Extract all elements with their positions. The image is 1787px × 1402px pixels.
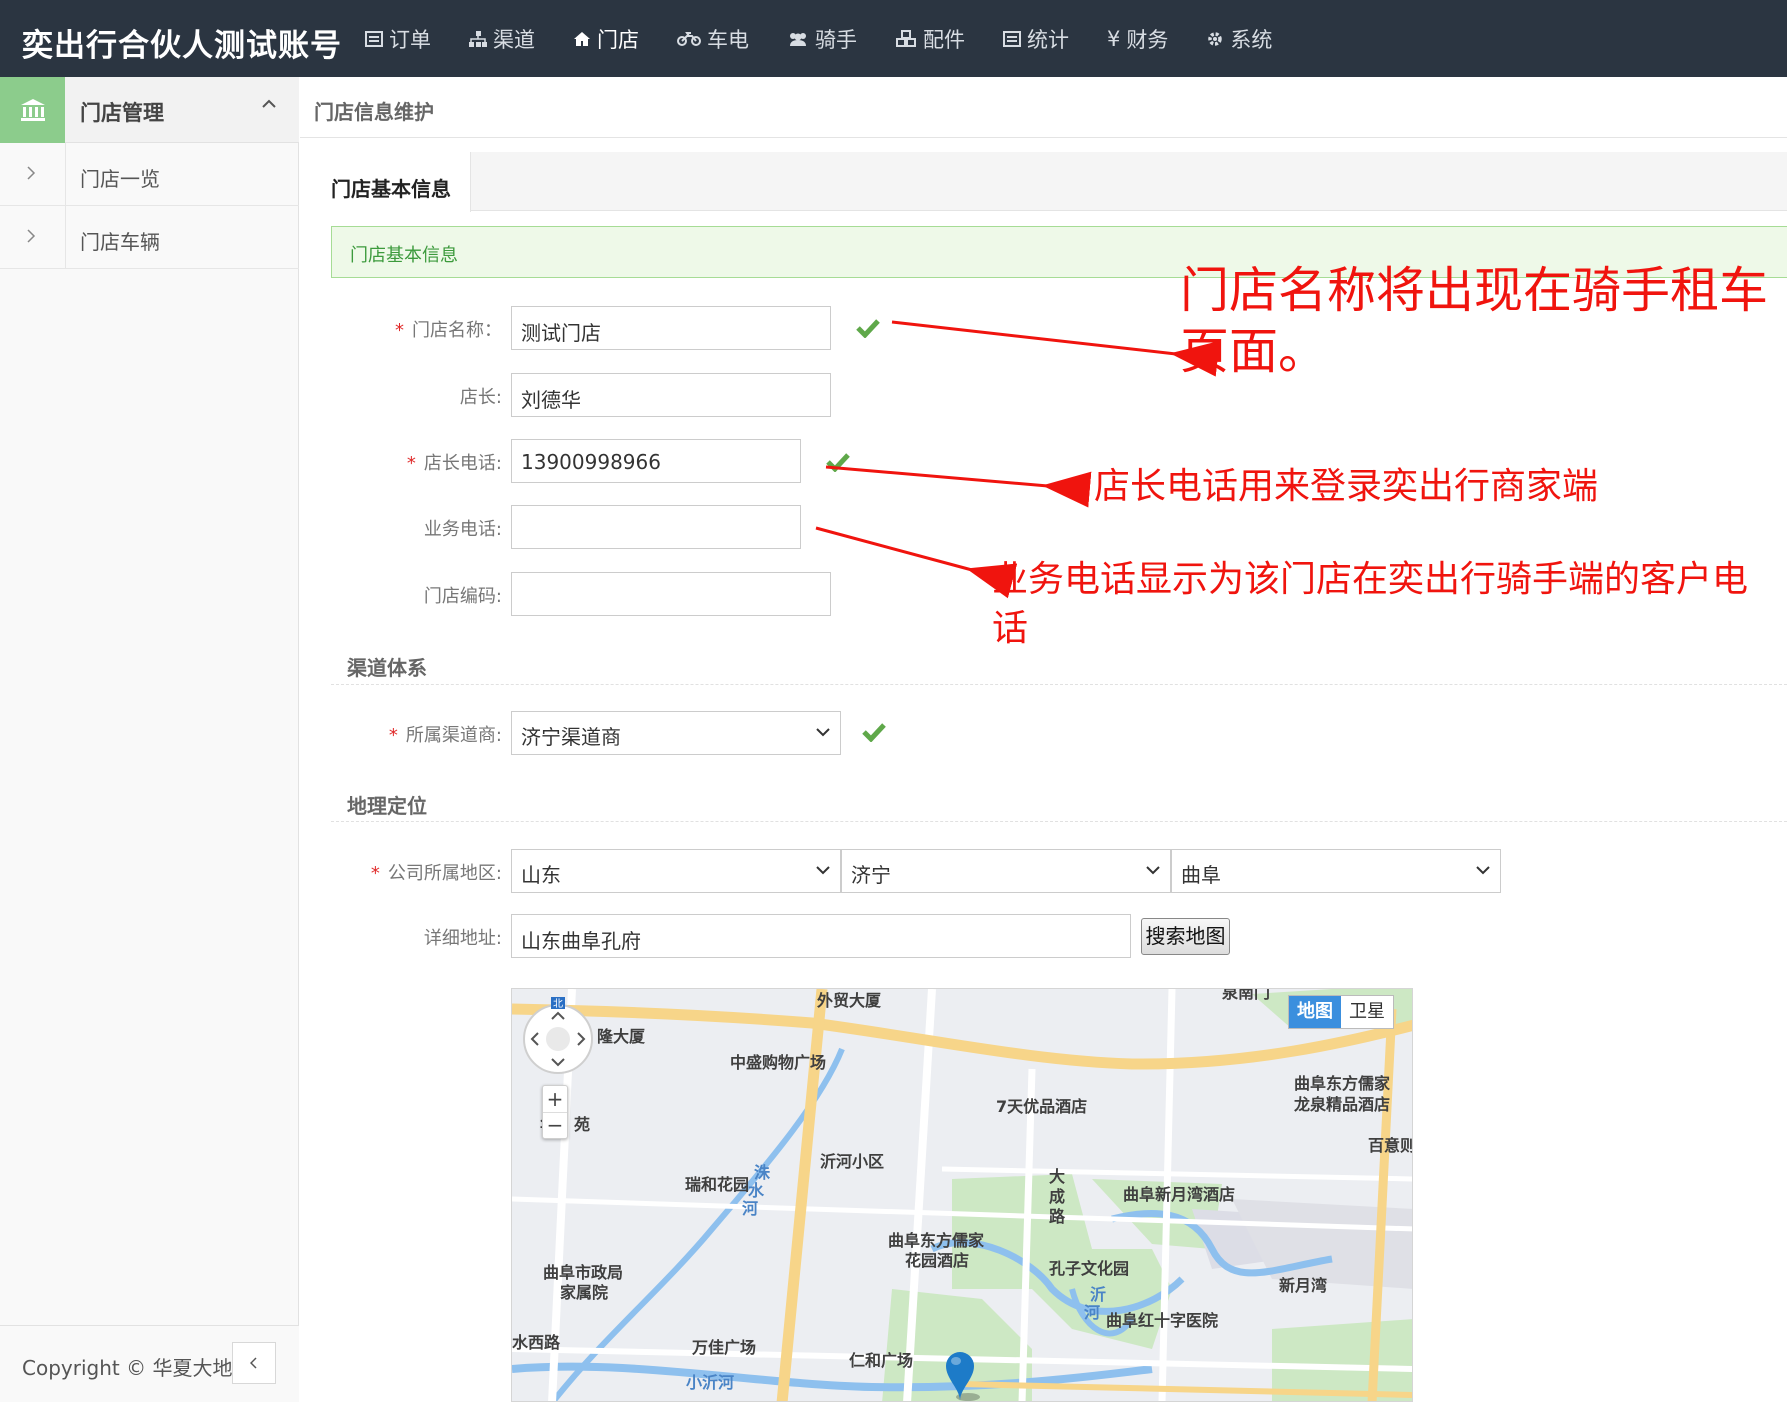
annotation-arrows [815, 320, 1220, 599]
annotation-business-phone-line2: 话 [992, 608, 1029, 649]
annotation-manager-phone: 店长电话用来登录奕出行商家端 [1094, 466, 1599, 507]
annotation-business-phone-line1: 业务电话显示为该门店在奕出行骑手端的客户电 [992, 559, 1749, 600]
annotation-store-name-line2: 页面。 [1180, 323, 1328, 380]
